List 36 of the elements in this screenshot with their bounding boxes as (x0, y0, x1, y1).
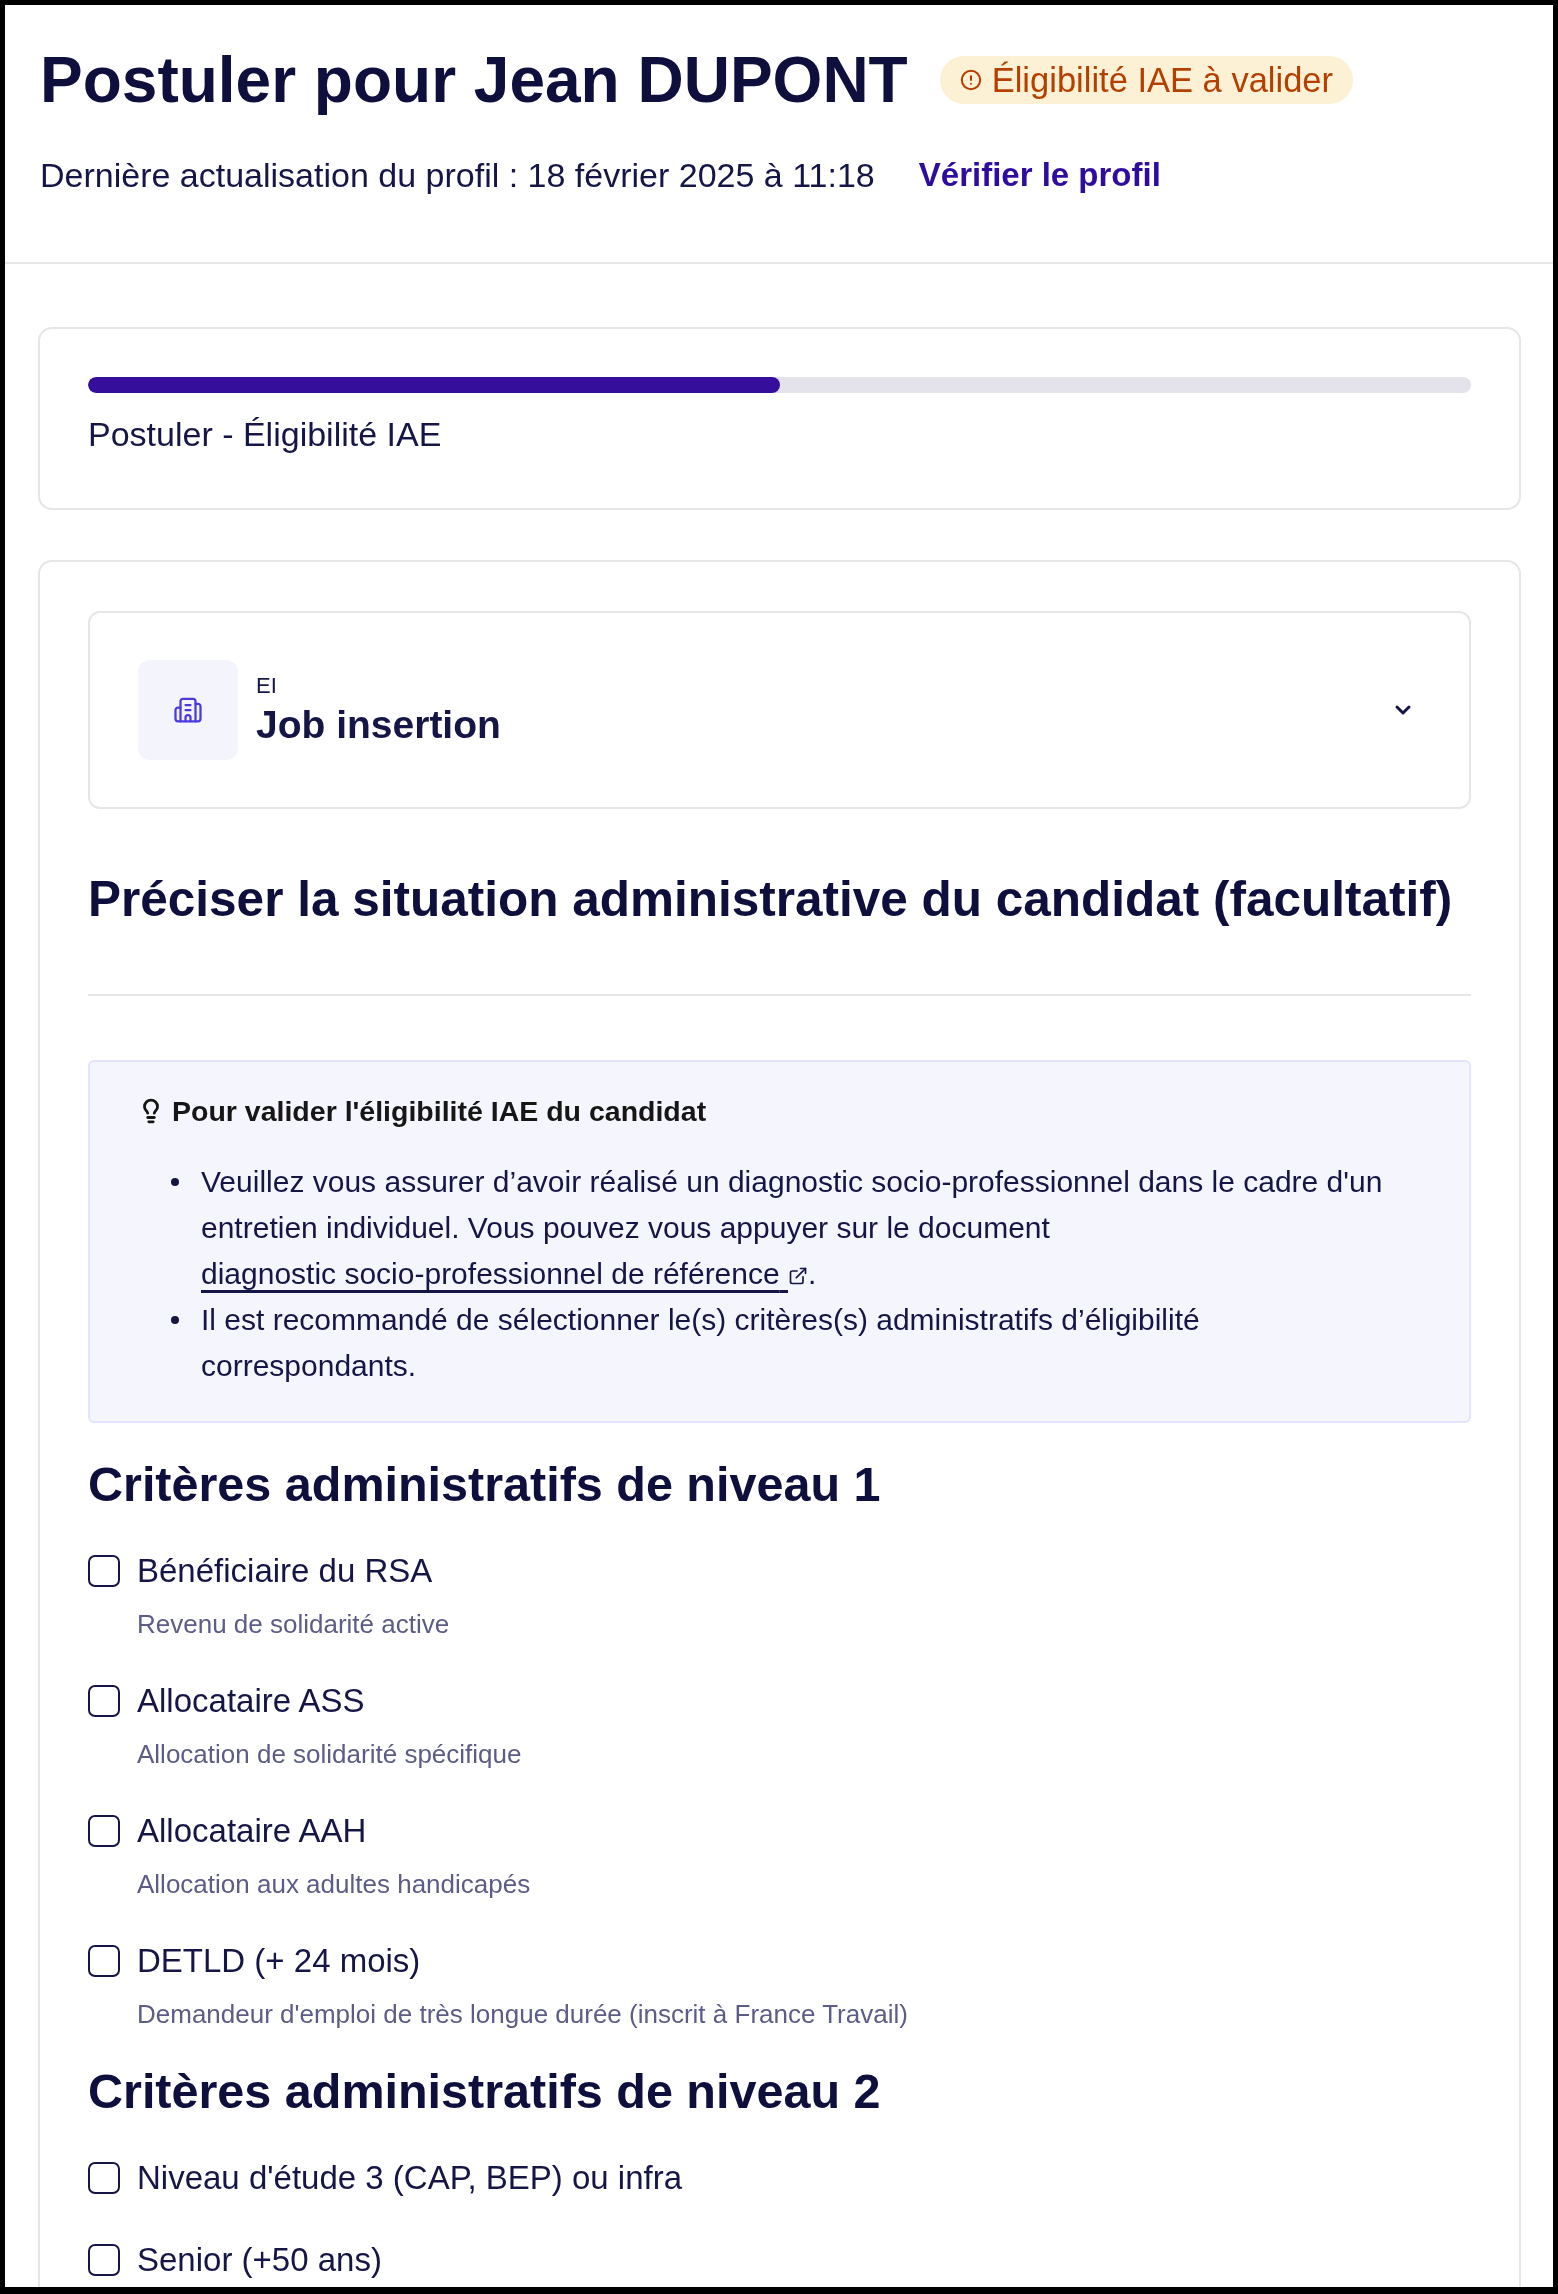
bullet-icon (171, 1316, 179, 1324)
criterion-label: Allocataire AAH (137, 1811, 368, 1851)
criterion-label: DETLD (+ 24 mois) (137, 1941, 422, 1981)
structure-name: Job insertion (256, 702, 502, 748)
checkbox[interactable] (88, 1555, 120, 1587)
external-link-icon (788, 1266, 808, 1286)
criterion-label: Allocataire ASS (137, 1681, 366, 1721)
criterion-label: Bénéficiaire du RSA (137, 1551, 434, 1591)
criterion-hint: Revenu de solidarité active (137, 1608, 450, 1640)
checkbox[interactable] (88, 2162, 120, 2194)
notice-paragraph: Il est recommandé de sélectionner le(s) critères(s) administratifs d’éligibilité correspondants. (201, 1302, 1201, 1384)
warning-icon (959, 69, 982, 91)
checkbox[interactable] (88, 1815, 120, 1847)
step-label: Postuler - Éligibilité IAE (88, 414, 443, 454)
checkbox[interactable] (88, 1685, 120, 1717)
structure-type: EI (256, 672, 278, 700)
notice-paragraph: Veuillez vous assurer d’avoir réalisé un diagnostic socio-professionnel dans le cadre d'un entretien individuel. Vous pouvez vous appuyer sur le document diagnostic socio-professionnel de référence . (201, 1164, 1384, 1292)
criterion-hint: Allocation de solidarité spécifique (137, 1738, 522, 1770)
page-title: Postuler pour Jean DUPONT (40, 45, 908, 115)
criterion-label: Niveau d'étude 3 (CAP, BEP) ou infra (137, 2158, 682, 2198)
badge-label: Éligibilité IAE à valider (991, 60, 1333, 100)
last-update-text: Dernière actualisation du profil : 18 février 2025 à 11:18 (40, 155, 875, 196)
criterion-label: Senior (+50 ans) (137, 2240, 382, 2280)
verify-profile-link[interactable]: Vérifier le profil (918, 153, 1161, 197)
reference-document-link[interactable]: diagnostic socio-professionnel de référence (201, 1257, 808, 1290)
building-icon (138, 660, 238, 760)
checkbox[interactable] (88, 2244, 120, 2276)
section-title: Préciser la situation administrative du candidat (facultatif) (88, 870, 1454, 928)
structure-dropdown[interactable]: EI Job insertion (88, 611, 1471, 809)
checkbox[interactable] (88, 1945, 120, 1977)
notice-title: Pour valider l'éligibilité IAE du candidat (172, 1094, 707, 1129)
criterion-hint: Allocation aux adultes handicapés (137, 1868, 531, 1900)
bullet-icon (171, 1178, 179, 1186)
criteria-level-title: Critères administratifs de niveau 2 (88, 2063, 882, 2119)
criterion-hint: Demandeur d'emploi de très longue durée (inscrit à France Travail) (137, 1998, 908, 2030)
criteria-level-title: Critères administratifs de niveau 1 (88, 1456, 882, 1512)
